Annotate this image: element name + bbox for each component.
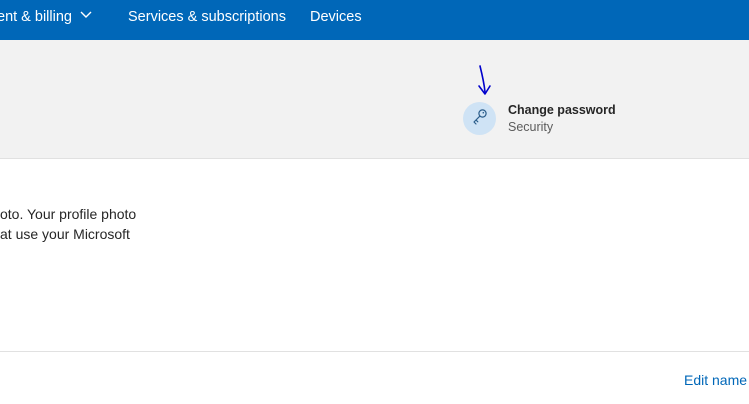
top-navigation-bar: ent & billing Services & subscriptions D… [0, 0, 749, 40]
profile-description-line-2: at use your Microsoft [0, 226, 130, 242]
profile-description-line-1: oto. Your profile photo [0, 206, 137, 222]
change-password-link[interactable]: Change password [508, 103, 616, 117]
chevron-down-icon [80, 0, 92, 33]
change-password-icon-button[interactable] [463, 102, 496, 135]
edit-name-link[interactable]: Edit name [684, 372, 747, 388]
quick-actions-band [0, 40, 749, 159]
annotation-arrow-icon [478, 65, 491, 95]
section-divider [0, 351, 749, 352]
nav-item-payment-billing[interactable]: ent & billing [0, 0, 92, 40]
change-password-subtitle: Security [508, 120, 554, 134]
nav-item-label: Devices [310, 9, 362, 25]
nav-item-label: Services & subscriptions [128, 9, 286, 25]
key-icon [471, 107, 489, 130]
nav-item-devices[interactable]: Devices [310, 0, 362, 40]
nav-item-label: ent & billing [0, 9, 72, 25]
nav-item-services-subscriptions[interactable]: Services & subscriptions [128, 0, 286, 40]
